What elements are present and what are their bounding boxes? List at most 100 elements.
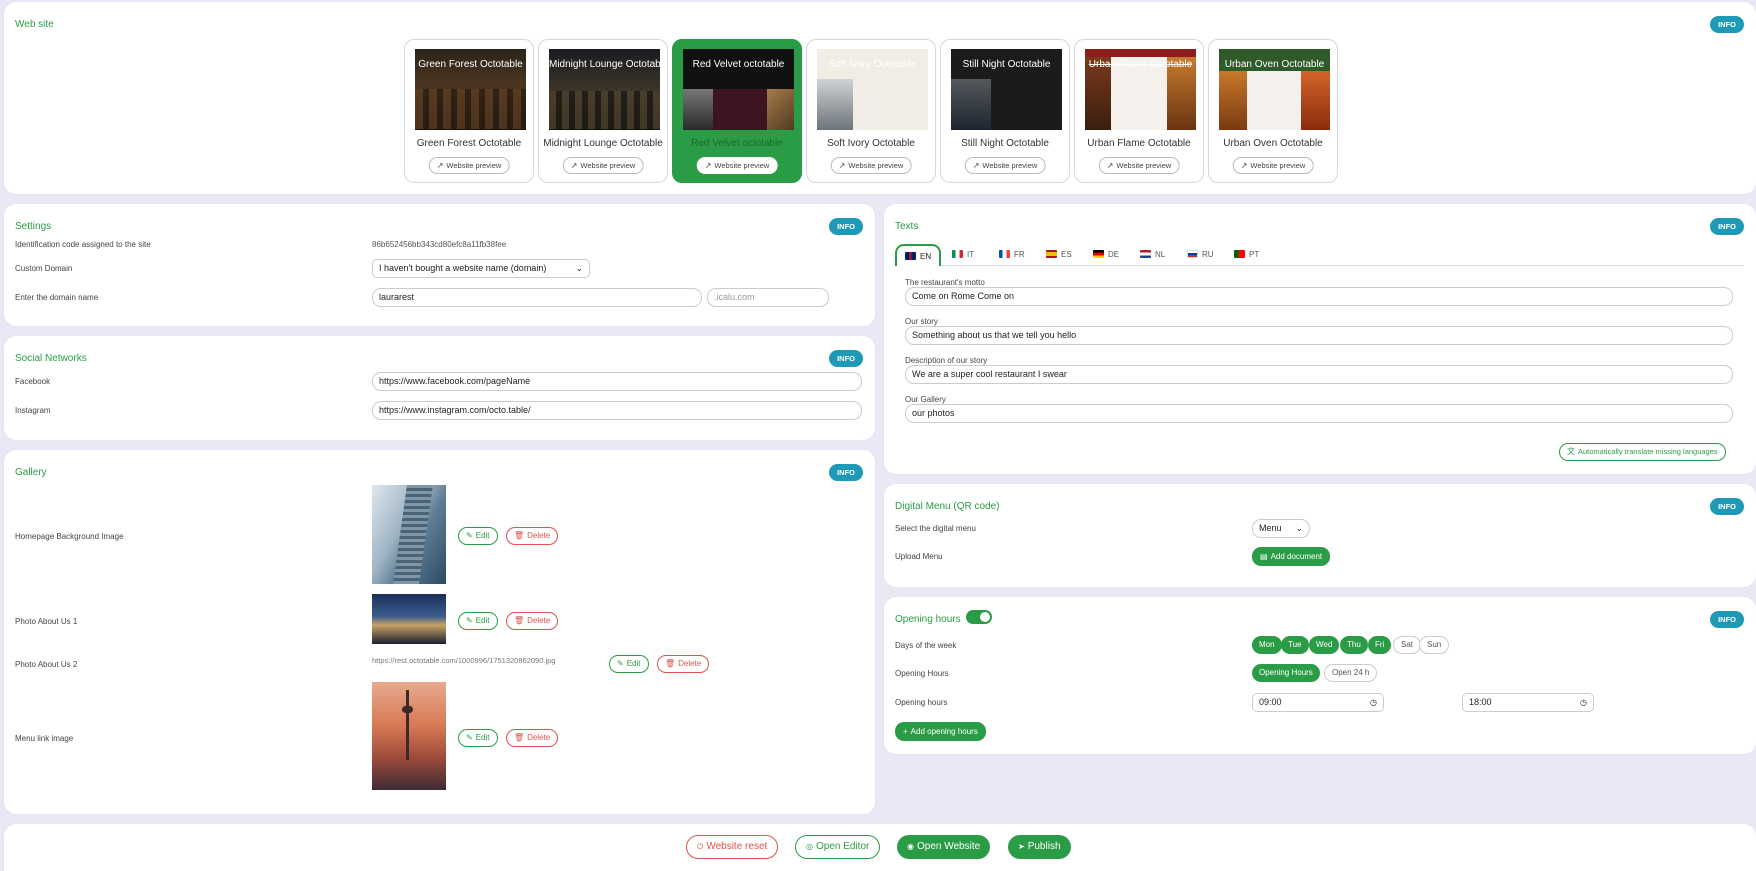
opening-hours-card: Opening hours INFO Days of the week Mon … — [884, 597, 1756, 754]
chevron-down-icon: ⌄ — [1295, 523, 1303, 533]
website-card: Web site INFO Green Forest Octotable Gre… — [4, 2, 1756, 194]
tab-es[interactable]: ES — [1038, 244, 1080, 266]
day-mon[interactable]: Mon — [1252, 636, 1282, 654]
opening-hours-toggle[interactable] — [966, 610, 992, 624]
russia-flag-icon — [1187, 250, 1198, 258]
mode-open-24h[interactable]: Open 24 h — [1324, 664, 1378, 682]
opening-hours-info-button[interactable]: INFO — [1710, 611, 1744, 628]
edit-button[interactable]: ✎ Edit — [609, 655, 649, 673]
template-name: Urban Oven Octotable — [1223, 138, 1323, 149]
website-preview-button[interactable]: ↗ Website preview — [696, 157, 778, 174]
delete-button[interactable]: 🗑 Delete — [657, 655, 710, 673]
days-label: Days of the week — [895, 641, 957, 650]
story-description-input[interactable]: We are a super cool restaurant I swear — [905, 365, 1733, 384]
edit-button[interactable]: ✎ Edit — [458, 527, 498, 545]
template-thumbnail: Soft Ivory Octotable — [817, 49, 928, 130]
motto-input[interactable]: Come on Rome Come on — [905, 287, 1733, 306]
open-editor-button[interactable]: ◎ Open Editor — [795, 835, 881, 859]
story-input[interactable]: Something about us that we tell you hell… — [905, 326, 1733, 345]
delete-button[interactable]: 🗑 Delete — [506, 729, 559, 747]
social-card: Social Networks INFO Facebook https://ww… — [4, 336, 875, 440]
domain-name-label: Enter the domain name — [15, 293, 99, 302]
delete-button[interactable]: 🗑 Delete — [506, 612, 559, 630]
mode-opening-hours[interactable]: Opening Hours — [1252, 664, 1320, 682]
settings-card: Settings INFO Identification code assign… — [4, 204, 875, 326]
template-thumbnail: Still Night Octotable — [951, 49, 1062, 130]
add-opening-hours-button[interactable]: + Add opening hours — [895, 722, 986, 741]
template-card-soft-ivory[interactable]: Soft Ivory Octotable Soft Ivory Octotabl… — [806, 39, 936, 183]
tab-de[interactable]: DE — [1085, 244, 1127, 266]
opening-to-input[interactable]: 18:00 ◷ — [1462, 693, 1594, 712]
website-preview-button[interactable]: ↗ Website preview — [428, 157, 510, 174]
pencil-icon: ✎ — [466, 531, 473, 540]
pencil-icon: ✎ — [617, 659, 624, 668]
template-name: Green Forest Octotable — [416, 138, 522, 149]
texts-title: Texts — [895, 221, 919, 232]
edit-button[interactable]: ✎ Edit — [458, 729, 498, 747]
template-card-red-velvet[interactable]: Red Velvet octotable Red Velvet octotabl… — [672, 39, 802, 183]
tab-en[interactable]: EN — [895, 244, 942, 266]
website-preview-button[interactable]: ↗ Website preview — [1232, 157, 1314, 174]
facebook-label: Facebook — [15, 377, 51, 386]
template-card-urban-oven[interactable]: Urban Oven Octotable Urban Oven Octotabl… — [1208, 39, 1338, 183]
social-info-button[interactable]: INFO — [829, 350, 863, 367]
send-icon: ➤ — [1018, 842, 1025, 851]
tab-fr[interactable]: FR — [991, 244, 1033, 266]
day-thu[interactable]: Thu — [1340, 636, 1368, 654]
delete-button[interactable]: 🗑 Delete — [506, 527, 559, 545]
custom-domain-select[interactable]: I haven't bought a website name (domain)… — [372, 259, 590, 278]
day-sun[interactable]: Sun — [1419, 636, 1450, 654]
website-title: Web site — [15, 19, 54, 30]
domain-name-input[interactable]: laurarest — [372, 288, 702, 307]
instagram-input[interactable]: https://www.instagram.com/octo.table/ — [372, 401, 862, 420]
external-link-icon: ↗ — [838, 161, 846, 170]
digital-menu-info-button[interactable]: INFO — [1710, 498, 1744, 515]
gallery-title: Gallery — [15, 467, 47, 478]
add-document-button[interactable]: ▤ Add document — [1252, 547, 1331, 566]
texts-info-button[interactable]: INFO — [1710, 218, 1744, 235]
website-preview-button[interactable]: ↗ Website preview — [562, 157, 644, 174]
website-preview-button[interactable]: ↗ Website preview — [830, 157, 912, 174]
france-flag-icon — [999, 250, 1010, 258]
tab-nl[interactable]: NL — [1132, 244, 1173, 266]
day-wed[interactable]: Wed — [1309, 636, 1340, 654]
gallery-item-label: Photo About Us 2 — [15, 660, 78, 669]
homepage-background-image — [372, 485, 446, 584]
translate-icon: 文 — [1567, 447, 1575, 456]
photo-about-us-1 — [372, 594, 446, 644]
template-card-green-forest[interactable]: Green Forest Octotable Green Forest Octo… — [404, 39, 534, 183]
external-link-icon: ↗ — [570, 161, 578, 170]
digital-menu-select[interactable]: Menu ⌄ — [1252, 519, 1310, 538]
hours-mode-group: Opening Hours Open 24 h — [1252, 664, 1382, 682]
site-id-value: 86b652456bb343cd80efc8a11fb38fee — [372, 240, 507, 249]
auto-translate-button[interactable]: 文 Automatically translate missing languag… — [1559, 443, 1726, 461]
publish-button[interactable]: ➤ Publish — [1008, 835, 1071, 859]
digital-menu-select-label: Select the digital menu — [895, 524, 976, 533]
day-fri[interactable]: Fri — [1368, 636, 1392, 654]
tab-pt[interactable]: PT — [1226, 244, 1267, 266]
tab-it[interactable]: IT — [944, 244, 982, 266]
website-preview-button[interactable]: ↗ Website preview — [964, 157, 1046, 174]
story-label: Our story — [905, 317, 938, 326]
gallery-info-button[interactable]: INFO — [829, 464, 863, 481]
website-reset-button[interactable]: ⏻ Website reset — [686, 835, 779, 859]
day-sat[interactable]: Sat — [1393, 636, 1422, 654]
edit-button[interactable]: ✎ Edit — [458, 612, 498, 630]
tab-ru[interactable]: RU — [1179, 244, 1222, 266]
opening-from-input[interactable]: 09:00 ◷ — [1252, 693, 1384, 712]
template-card-still-night[interactable]: Still Night Octotable Still Night Octota… — [940, 39, 1070, 183]
story-description-label: Description of our story — [905, 356, 988, 365]
settings-info-button[interactable]: INFO — [829, 218, 863, 235]
website-preview-button[interactable]: ↗ Website preview — [1098, 157, 1180, 174]
domain-suffix-input[interactable]: .icalu.com — [707, 288, 829, 307]
day-tue[interactable]: Tue — [1281, 636, 1309, 654]
facebook-input[interactable]: https://www.facebook.com/pageName — [372, 372, 862, 391]
open-website-button[interactable]: ◉ Open Website — [897, 835, 991, 859]
template-card-urban-flame[interactable]: Urban Flame Octotable Urban Flame Octota… — [1074, 39, 1204, 183]
template-card-midnight-lounge[interactable]: Midnight Lounge Octotable Midnight Loung… — [538, 39, 668, 183]
italy-flag-icon — [952, 250, 963, 258]
template-name: Still Night Octotable — [961, 138, 1049, 149]
gallery-text-input[interactable]: our photos — [905, 404, 1733, 423]
website-info-button[interactable]: INFO — [1710, 16, 1744, 33]
broken-image-icon: https://rest.octotable.com/1000996/17513… — [372, 656, 598, 665]
